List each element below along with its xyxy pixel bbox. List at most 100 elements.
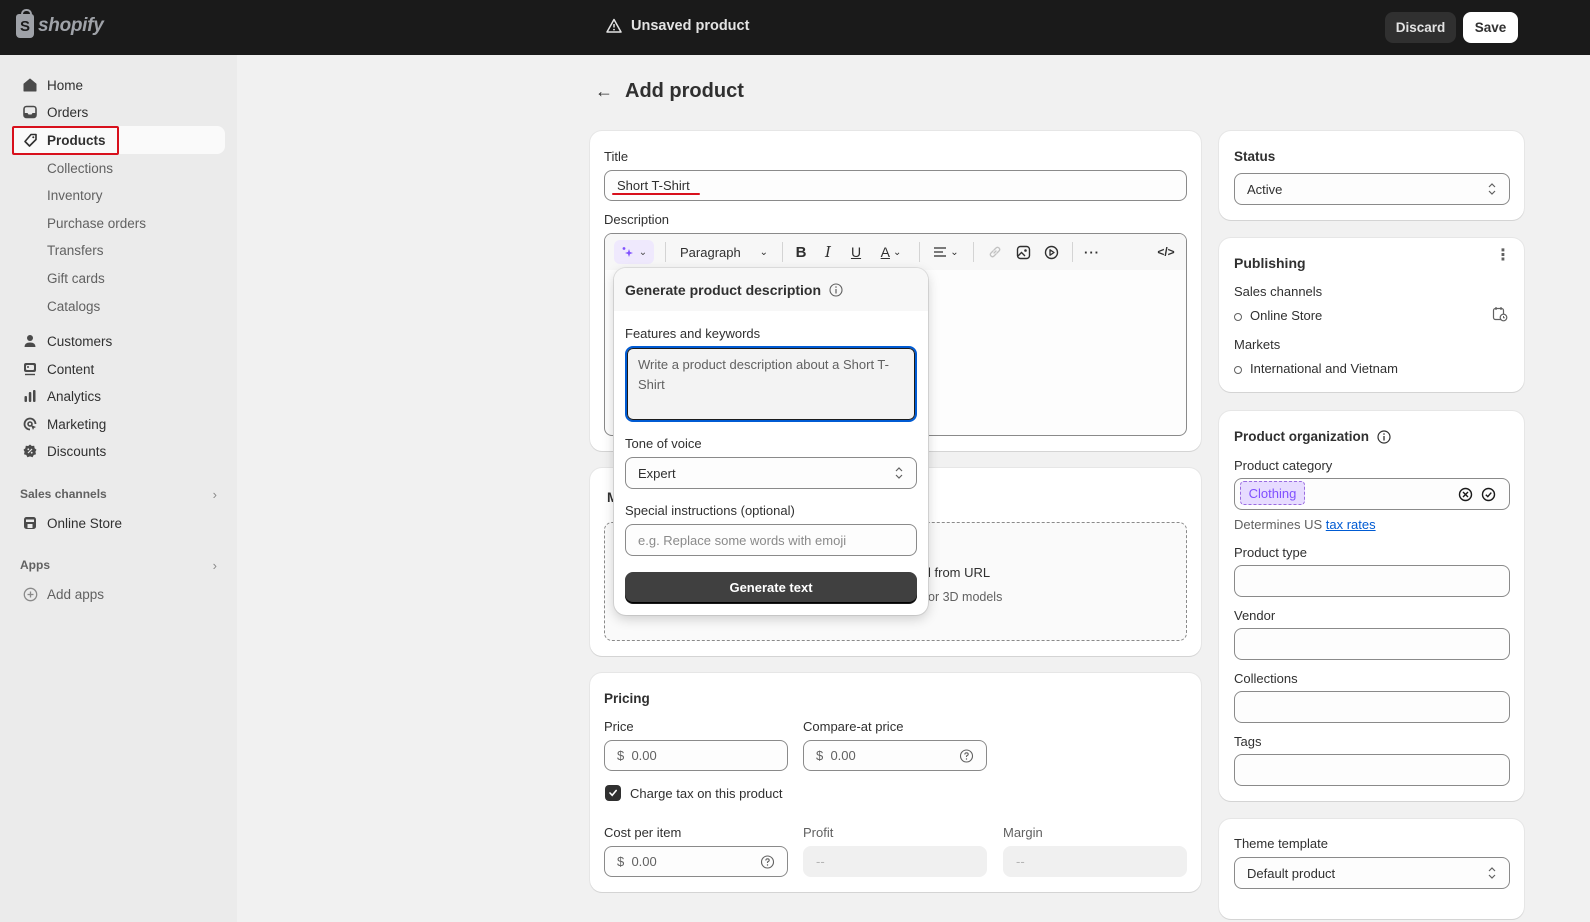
sidebar-item-home[interactable]: Home — [12, 71, 225, 99]
text-color-button[interactable]: A ⌄ — [875, 242, 907, 262]
profit-value: -- — [816, 854, 825, 869]
logo-text: shopify — [38, 15, 104, 36]
publishing-title: Publishing — [1234, 255, 1306, 271]
confirm-check-circle-icon[interactable] — [1481, 487, 1496, 502]
more-options-button[interactable]: ··· — [1082, 242, 1102, 262]
special-instructions-label: Special instructions (optional) — [625, 503, 795, 518]
chevron-down-icon: ⌄ — [638, 246, 648, 258]
status-title: Status — [1234, 149, 1276, 164]
sidebar-item-gift-cards[interactable]: Gift cards — [12, 264, 225, 292]
title-input[interactable]: Short T-Shirt — [604, 170, 1187, 201]
product-organization-title: Product organization — [1234, 429, 1391, 444]
price-input[interactable]: $ 0.00 — [604, 740, 788, 771]
sidebar-item-purchase-orders[interactable]: Purchase orders — [12, 209, 225, 237]
info-icon[interactable] — [829, 283, 843, 297]
tax-rates-link[interactable]: tax rates — [1326, 517, 1376, 532]
page-title: Add product — [625, 80, 744, 102]
sidebar-item-label: Products — [47, 132, 106, 148]
tag-icon — [22, 132, 38, 148]
paragraph-select[interactable]: Paragraph ⌄ — [680, 242, 768, 262]
product-type-label: Product type — [1234, 545, 1307, 560]
sidebar-item-label: Collections — [47, 160, 114, 176]
help-icon[interactable] — [959, 748, 974, 763]
bold-button[interactable]: B — [792, 242, 810, 262]
profit-field: -- — [803, 846, 987, 877]
schedule-calendar-icon[interactable] — [1492, 306, 1508, 322]
theme-template-select[interactable]: Default product — [1234, 857, 1510, 889]
italic-button[interactable]: I — [819, 242, 837, 262]
sidebar-item-content[interactable]: Content — [12, 355, 225, 383]
ellipsis-icon: ··· — [1084, 244, 1100, 260]
popover-title: Generate product description — [625, 282, 843, 298]
tags-input[interactable] — [1234, 754, 1510, 786]
popover-title-text: Generate product description — [625, 282, 822, 298]
apps-heading: Apps — [20, 558, 50, 572]
save-button[interactable]: Save — [1463, 12, 1518, 43]
theme-template-value: Default product — [1247, 865, 1336, 881]
sidebar-item-orders[interactable]: Orders — [12, 98, 225, 126]
status-dot-icon — [1234, 365, 1242, 374]
image-icon — [1016, 245, 1030, 259]
inbox-icon — [22, 104, 38, 120]
category-suggestion-chip[interactable]: Clothing — [1240, 481, 1305, 505]
margin-label: Margin — [1003, 825, 1043, 840]
compare-at-price-input[interactable]: $ 0.00 — [803, 740, 987, 771]
shopify-logo[interactable]: S shopify — [16, 9, 104, 38]
underline-button[interactable]: U — [847, 242, 865, 262]
vendor-label: Vendor — [1234, 608, 1276, 623]
tone-label: Tone of voice — [625, 436, 702, 451]
align-button[interactable]: ⌄ — [930, 242, 962, 262]
back-arrow-icon[interactable]: ← — [595, 81, 613, 102]
sales-channels-section[interactable]: Sales channels › — [20, 487, 220, 502]
sidebar-item-label: Analytics — [47, 388, 102, 404]
sidebar-item-label: Purchase orders — [47, 215, 147, 231]
insert-video-button[interactable] — [1041, 242, 1061, 262]
info-icon[interactable] — [1377, 429, 1391, 444]
sidebar-item-label: Orders — [47, 104, 89, 120]
sidebar-item-transfers[interactable]: Transfers — [12, 236, 225, 264]
sidebar-item-online-store[interactable]: Online Store — [12, 509, 225, 537]
sidebar-item-analytics[interactable]: Analytics — [12, 382, 225, 410]
link-button[interactable] — [985, 242, 1005, 262]
ai-generate-button[interactable]: ⌄ — [614, 240, 654, 264]
product-type-input[interactable] — [1234, 565, 1510, 597]
toolbar-divider — [782, 242, 783, 262]
insert-image-button[interactable] — [1013, 242, 1033, 262]
select-chevrons-icon — [1488, 183, 1496, 195]
help-icon[interactable] — [760, 854, 775, 869]
collections-label: Collections — [1234, 671, 1298, 686]
margin-value: -- — [1016, 854, 1025, 869]
status-select[interactable]: Active — [1234, 173, 1510, 205]
sidebar-item-inventory[interactable]: Inventory — [12, 181, 225, 209]
sidebar-item-customers[interactable]: Customers — [12, 327, 225, 355]
add-from-url-link[interactable]: l from URL — [928, 565, 990, 580]
generate-text-button[interactable]: Generate text — [625, 572, 917, 603]
sidebar-item-add-apps[interactable]: Add apps — [12, 580, 225, 608]
sales-channels-label: Sales channels — [1234, 284, 1323, 299]
chevron-right-icon: › — [212, 487, 217, 502]
code-view-button[interactable]: </> — [1155, 242, 1177, 262]
clear-circle-icon[interactable] — [1458, 487, 1473, 502]
charge-tax-checkbox[interactable] — [605, 785, 621, 801]
tone-select[interactable]: Expert — [625, 457, 917, 489]
cost-per-item-label: Cost per item — [604, 825, 682, 840]
special-instructions-input[interactable]: e.g. Replace some words with emoji — [625, 524, 917, 556]
chevron-down-icon: ⌄ — [892, 246, 902, 258]
more-vertical-icon[interactable]: ⋮ — [1495, 248, 1511, 264]
sidebar-item-collections[interactable]: Collections — [12, 154, 225, 182]
features-textarea[interactable]: Write a product description about a Shor… — [625, 346, 917, 422]
sidebar-item-catalogs[interactable]: Catalogs — [12, 292, 225, 320]
sidebar-item-label: Add apps — [47, 586, 105, 602]
toolbar-divider — [1072, 242, 1073, 262]
sidebar-item-products[interactable]: Products — [12, 126, 225, 154]
pricing-title: Pricing — [604, 691, 650, 706]
sidebar-item-discounts[interactable]: Discounts — [12, 437, 225, 465]
chevron-down-icon: ⌄ — [950, 246, 959, 258]
unsaved-status: Unsaved product — [606, 18, 749, 34]
apps-section[interactable]: Apps › — [20, 558, 220, 573]
vendor-input[interactable] — [1234, 628, 1510, 660]
discard-button[interactable]: Discard — [1385, 12, 1456, 43]
cost-per-item-input[interactable]: $ 0.00 — [604, 846, 788, 877]
sidebar-item-marketing[interactable]: Marketing — [12, 410, 225, 438]
collections-input[interactable] — [1234, 691, 1510, 723]
